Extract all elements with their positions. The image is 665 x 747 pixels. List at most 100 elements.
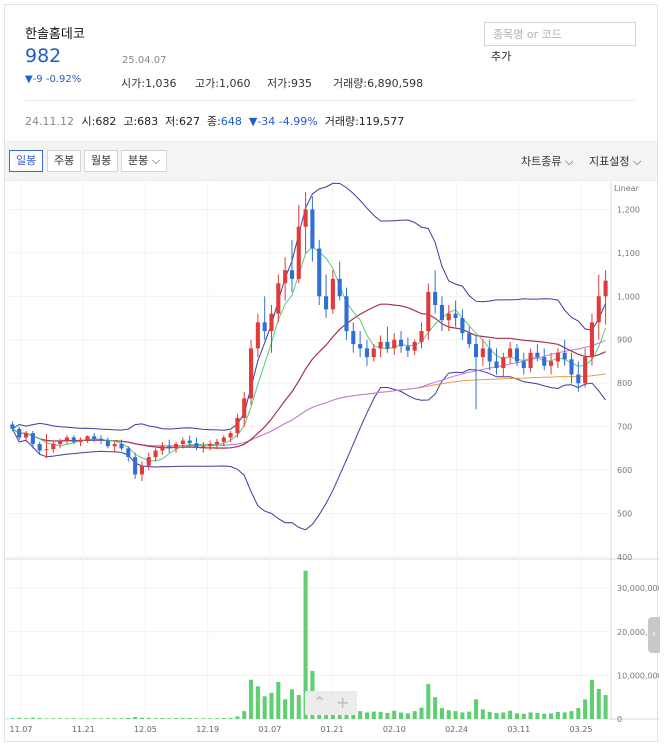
volume-bar (17, 717, 22, 719)
hover-low: 627 (179, 115, 201, 128)
candle-body (480, 348, 485, 358)
quote-header: 한솔홈데코 982 25.04.07 ▼-9 -0.92% 시가:1,036 고… (5, 5, 657, 141)
stock-chart-widget: 한솔홈데코 982 25.04.07 ▼-9 -0.92% 시가:1,036 고… (4, 4, 663, 742)
candle-body (576, 374, 581, 384)
volume-bar (208, 718, 213, 719)
volume-bar (589, 679, 594, 719)
volume-bar (153, 718, 158, 719)
candle-body (508, 348, 513, 358)
volume-bar (44, 718, 49, 719)
candle-body (392, 339, 397, 349)
volume-bar (603, 695, 608, 719)
time-tick-label: 12.19 (196, 725, 219, 734)
hover-close-label: 종 (207, 115, 218, 128)
candle-body (569, 359, 574, 375)
price-tick-label: 500 (617, 510, 632, 519)
volume-bar (71, 718, 76, 719)
candle-body (446, 313, 451, 321)
volume-bar (160, 718, 165, 719)
candle-body (596, 296, 601, 323)
price-tick-label: 1,000 (617, 292, 640, 301)
candle-body (330, 278, 335, 310)
volume-bar (262, 696, 267, 719)
high-label: 고가 (195, 77, 216, 90)
zoom-in-icon[interactable]: + (336, 693, 349, 712)
indicator-settings-button[interactable]: 지표설정 ⌵ (589, 153, 641, 169)
volume-bar (446, 710, 451, 719)
volume-bar (392, 710, 397, 719)
candle-body (371, 348, 376, 358)
candle-body (17, 428, 22, 438)
volume-bar (460, 712, 465, 719)
tab-monthly[interactable]: 월봉 (84, 150, 119, 172)
volume-tick-label: 0 (617, 715, 622, 724)
hover-volume-label: 거래량 (324, 115, 356, 128)
tab-weekly[interactable]: 주봉 (47, 150, 82, 172)
volume-bar (64, 718, 69, 719)
volume-bar (126, 717, 131, 719)
candle-body (562, 352, 567, 360)
volume-bar (412, 711, 417, 719)
candle-body (528, 352, 533, 368)
chart-area[interactable]: Linear 400 500 600 700 800 900 1,000 1,100 1,200 0… (5, 182, 663, 742)
chart-type-button[interactable]: 차트종류 ⌵ (521, 153, 573, 169)
bollinger-lower-line (11, 368, 607, 531)
volume-bar (453, 711, 458, 719)
volume-bar (508, 710, 513, 719)
high-price: 고가:1,060 (195, 77, 251, 90)
candle-body (501, 357, 506, 368)
hover-high: 683 (137, 115, 159, 128)
candle-body (180, 440, 185, 445)
low-value: 935 (290, 77, 312, 90)
volume-bar (99, 718, 104, 719)
volume-bar (419, 707, 424, 719)
hover-bar-info: 24.11.12 시:682 고:683 저:627 종:648 ▼-34 -4… (25, 115, 405, 128)
high-value: 1,060 (218, 77, 251, 90)
candle-body (187, 440, 192, 444)
candle-body (337, 278, 342, 297)
candle-body (467, 333, 472, 345)
hover-high-label: 고 (123, 115, 134, 128)
candle-body (174, 444, 179, 449)
hover-open-label: 시 (81, 115, 92, 128)
hover-low-label: 저 (165, 115, 176, 128)
price-tick-label: 800 (617, 379, 632, 388)
volume-bar (467, 711, 472, 719)
volume-bar (119, 718, 124, 719)
candle-body (317, 248, 322, 297)
price-tick-label: 700 (617, 423, 632, 432)
candle-body (351, 331, 356, 345)
price-volume-chart[interactable]: Linear 400 500 600 700 800 900 1,000 1,100 1,200 0… (5, 182, 663, 742)
add-stock-button[interactable]: 추가 (491, 48, 511, 64)
low-label: 저가 (267, 77, 288, 90)
candle-body (10, 424, 15, 429)
candle-body (589, 322, 594, 358)
candle-body (24, 433, 29, 438)
candle-body (262, 322, 267, 332)
candle-body (133, 457, 138, 475)
volume-tick-label: 10,000,000 (617, 671, 659, 680)
candle-body (276, 283, 281, 314)
volume-bar (37, 718, 42, 719)
candle-body (214, 441, 219, 445)
volume-bar (276, 681, 281, 719)
volume-bar (480, 709, 485, 719)
volume-bar (214, 718, 219, 719)
candle-body (555, 352, 560, 362)
volume-bar (255, 686, 260, 719)
candle-body (146, 457, 151, 466)
candle-body (37, 444, 42, 451)
candle-body (289, 270, 294, 279)
tab-minute[interactable]: 분봉 ⌵ (121, 150, 168, 172)
side-panel-toggle[interactable]: ‹ (648, 617, 660, 653)
candle-body (242, 398, 247, 418)
zoom-out-icon[interactable]: ⌃ (313, 693, 326, 712)
candle-body (419, 331, 424, 342)
candle-body (126, 448, 131, 458)
tab-daily[interactable]: 일봉 (9, 150, 44, 172)
candle-body (433, 291, 438, 305)
volume-bar (92, 718, 97, 719)
stock-search-input[interactable] (484, 22, 636, 46)
hover-close: 648 (220, 115, 242, 128)
volume-bar (474, 699, 479, 719)
